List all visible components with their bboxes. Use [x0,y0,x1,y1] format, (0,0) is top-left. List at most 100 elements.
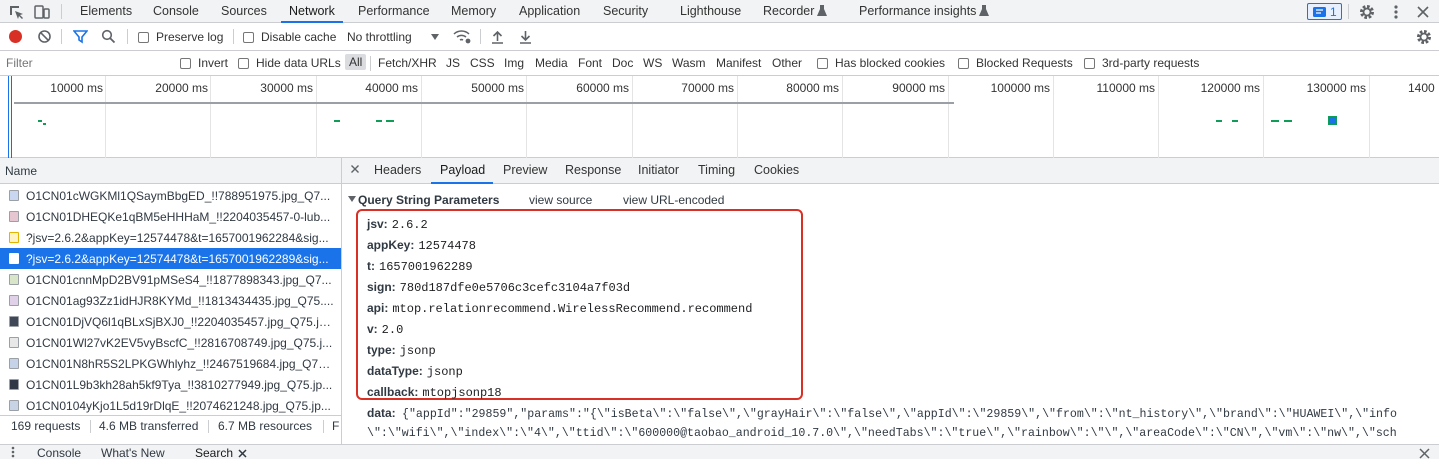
timeline-overview[interactable]: 10000 ms 20000 ms 30000 ms 40000 ms 5000… [0,76,1439,158]
tab-lighthouse[interactable]: Lighthouse [680,0,741,22]
tab-initiator[interactable]: Initiator [638,163,679,177]
tab-sources[interactable]: Sources [221,0,267,22]
type-filter-js[interactable]: JS [446,56,460,70]
request-row[interactable]: O1CN01DHEQKe1qBM5eHHHaM_!!2204035457-0-l… [0,206,341,227]
tab-recorder[interactable]: Recorder [763,0,814,22]
view-url-encoded-link[interactable]: view URL-encoded [623,193,724,207]
network-settings-gear-icon[interactable] [1415,28,1433,46]
blocked-requests-checkbox[interactable] [958,58,969,69]
tab-preview[interactable]: Preview [503,163,547,177]
close-drawer-icon[interactable] [1419,448,1430,459]
request-bar [1284,120,1292,122]
type-filter-img[interactable]: Img [504,56,524,70]
request-row[interactable]: ?jsv=2.6.2&appKey=12574478&t=16570019622… [0,227,341,248]
inspect-element-icon[interactable] [7,3,25,21]
filter-bar: Invert Hide data URLs All Fetch/XHR JS C… [0,51,1439,76]
type-filter-css[interactable]: CSS [470,56,495,70]
tab-response[interactable]: Response [565,163,621,177]
panel-splitter[interactable] [341,158,342,444]
tab-timing[interactable]: Timing [698,163,735,177]
has-blocked-cookies-label: Has blocked cookies [835,56,946,70]
tab-memory[interactable]: Memory [451,0,496,22]
tab-elements[interactable]: Elements [80,0,132,22]
type-filter-doc[interactable]: Doc [612,56,633,70]
tab-console[interactable]: Console [153,0,199,22]
request-name: O1CN01cnnMpD2BV91pMSeS4_!!1877898343.jpg… [26,273,332,287]
close-detail-icon[interactable] [350,162,360,174]
request-list-header[interactable]: Name [0,158,341,184]
request-row[interactable]: O1CN01Wl27vK2EV5vyBscfC_!!2816708749.jpg… [0,332,341,353]
close-icon[interactable] [1414,3,1432,21]
network-conditions-icon[interactable] [453,29,471,44]
throttling-select[interactable]: No throttling [347,30,412,44]
issues-badge[interactable]: 1 [1307,3,1342,20]
search-icon[interactable] [101,29,116,44]
request-bar [14,102,954,104]
settings-gear-icon[interactable] [1358,3,1376,21]
filter-input[interactable] [2,53,168,73]
type-filter-other[interactable]: Other [772,56,802,70]
param-value: mtopjsonp18 [422,386,502,400]
drawer-menu-icon[interactable] [11,446,15,458]
param-row: t: 1657001962289 [367,259,473,274]
drawer-tab-whats-new[interactable]: What's New [101,446,165,459]
tab-performance-insights[interactable]: Performance insights [859,0,976,22]
more-vertical-icon[interactable] [1387,3,1405,21]
tab-cookies[interactable]: Cookies [754,163,799,177]
param-value: 1657001962289 [379,260,473,274]
request-row[interactable]: O1CN01L9b3kh28ah5kf9Tya_!!3810277949.jpg… [0,374,341,395]
request-row[interactable]: O1CN01cWGKMl1QSaymBbgED_!!788951975.jpg_… [0,185,341,206]
request-bar [1328,116,1337,125]
tab-application[interactable]: Application [519,0,580,22]
invert-checkbox[interactable] [180,58,191,69]
image-file-icon [9,274,19,285]
request-name: O1CN01N8hR5S2LPKGWhlyhz_!!2467519684.jpg… [26,357,334,371]
tab-headers[interactable]: Headers [374,163,421,177]
request-row[interactable]: O1CN0104yKjo1L5d19rDlqE_!!2074621248.jpg… [0,395,341,416]
request-row[interactable]: O1CN01DjVQ6l1qBLxSjBXJ0_!!2204035457.jpg… [0,311,341,332]
export-har-icon[interactable] [519,29,532,44]
grid-line [1158,76,1159,158]
hide-data-urls-checkbox[interactable] [238,58,249,69]
view-source-link[interactable]: view source [529,193,592,207]
preserve-log-checkbox[interactable] [138,32,149,43]
collapse-triangle-icon[interactable] [348,196,356,202]
request-bar [386,120,394,122]
filter-funnel-icon[interactable] [73,29,88,44]
drawer-tab-search[interactable]: Search [195,446,233,459]
import-har-icon[interactable] [491,29,504,44]
type-filter-manifest[interactable]: Manifest [716,56,761,70]
close-search-tab-icon[interactable] [238,449,247,458]
tab-network[interactable]: Network [281,0,343,23]
drawer-tab-console[interactable]: Console [37,446,81,459]
type-filter-ws[interactable]: WS [643,56,662,70]
device-toolbar-icon[interactable] [33,3,51,21]
has-blocked-cookies-checkbox[interactable] [817,58,828,69]
request-row[interactable]: O1CN01N8hR5S2LPKGWhlyhz_!!2467519684.jpg… [0,353,341,374]
request-row-selected[interactable]: ?jsv=2.6.2&appKey=12574478&t=16570019622… [0,248,341,269]
param-key: sign: [367,280,396,294]
section-title[interactable]: Query String Parameters [358,193,499,207]
type-filter-media[interactable]: Media [535,56,568,70]
grid-line [632,76,633,158]
param-row: api: mtop.relationrecommend.WirelessRecom… [367,301,752,316]
tab-security[interactable]: Security [603,0,648,22]
request-row[interactable]: O1CN01cnnMpD2BV91pMSeS4_!!1877898343.jpg… [0,269,341,290]
tab-payload[interactable]: Payload [440,163,485,177]
disable-cache-checkbox[interactable] [243,32,254,43]
type-filter-fetch-xhr[interactable]: Fetch/XHR [378,56,437,70]
request-name: O1CN01DHEQKe1qBM5eHHHaM_!!2204035457-0-l… [26,210,331,224]
param-value: 2.6.2 [391,218,428,232]
record-icon[interactable] [9,30,22,43]
tick-label: 50000 ms [471,81,524,95]
third-party-requests-checkbox[interactable] [1084,58,1095,69]
type-filter-font[interactable]: Font [578,56,602,70]
grid-line [842,76,843,158]
tab-performance[interactable]: Performance [358,0,430,22]
clear-icon[interactable] [37,29,52,44]
type-filter-wasm[interactable]: Wasm [672,56,706,70]
tick-label: 20000 ms [155,81,208,95]
request-row[interactable]: O1CN01ag93Zz1idHJR8KYMd_!!1813434435.jpg… [0,290,341,311]
param-key: data: [367,406,396,420]
type-filter-all[interactable]: All [345,54,367,70]
